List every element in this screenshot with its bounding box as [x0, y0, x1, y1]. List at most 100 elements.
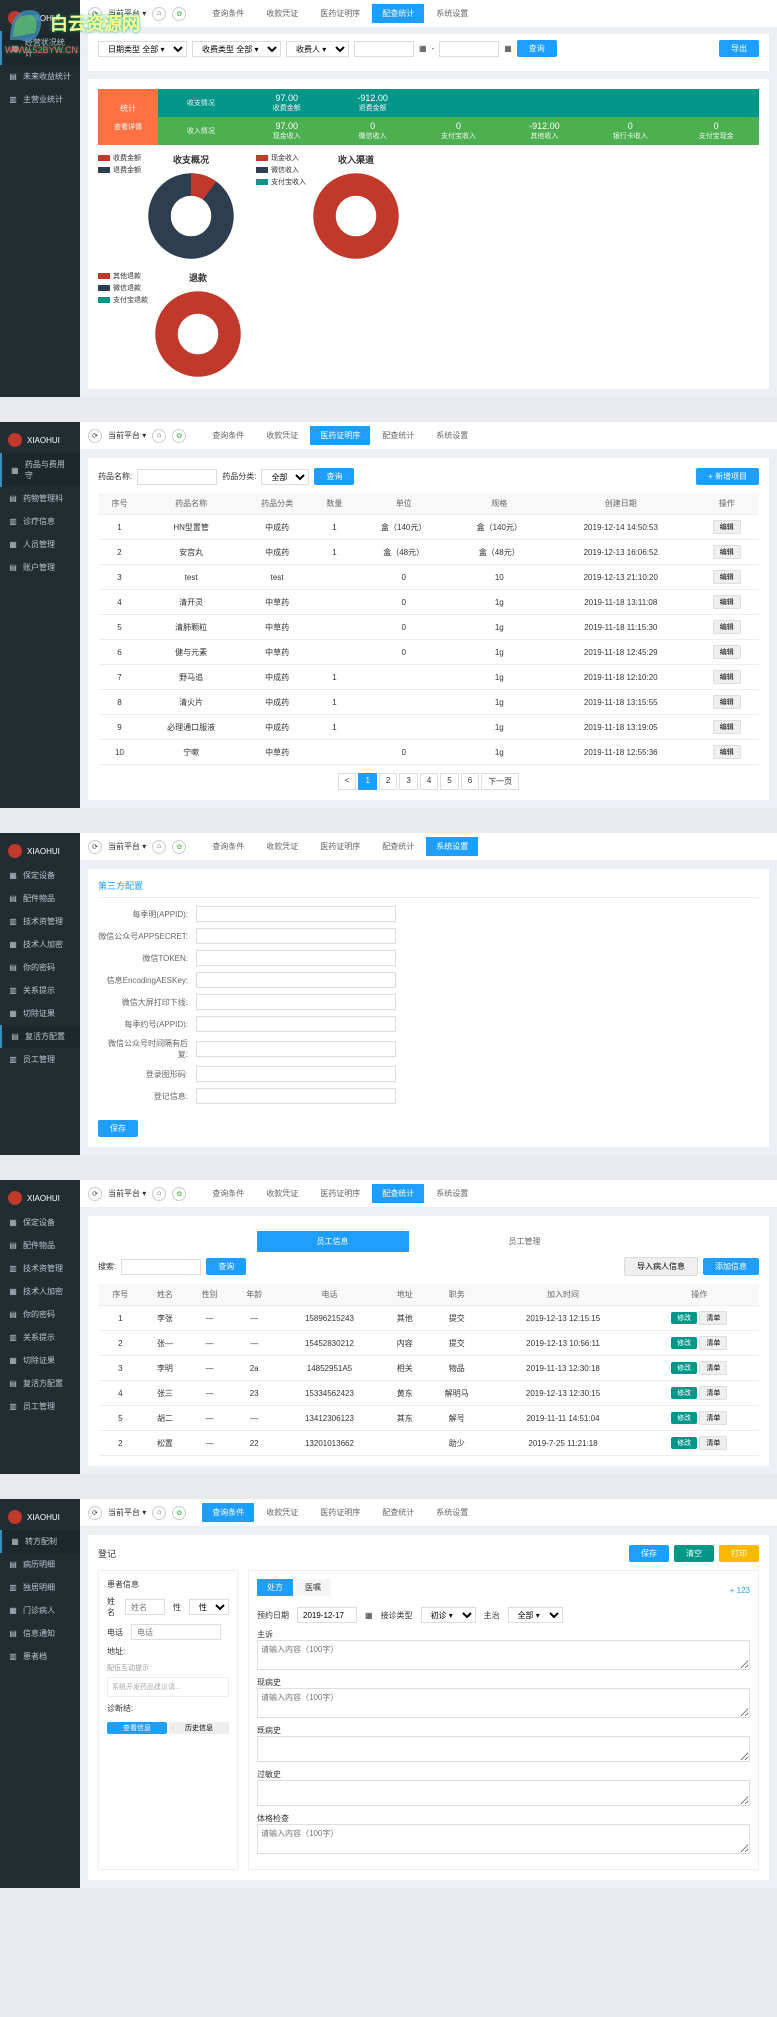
tel-input[interactable] — [131, 1624, 221, 1640]
sidebar-item[interactable]: ▤信息通知 — [0, 1622, 80, 1645]
config-input[interactable] — [196, 994, 396, 1010]
config-input[interactable] — [196, 928, 396, 944]
sidebar-item[interactable]: ▥诊疗信息 — [0, 510, 80, 533]
f2-input[interactable] — [257, 1688, 750, 1718]
history-button[interactable]: 历史信息 — [169, 1722, 229, 1734]
list-button[interactable]: 清单 — [699, 1361, 727, 1375]
sidebar-item[interactable]: ▥患者档 — [0, 1645, 80, 1668]
edit-button[interactable]: 修改 — [671, 1412, 697, 1424]
refresh-icon[interactable]: ⟳ — [88, 1187, 102, 1201]
tab[interactable]: 查询条件 — [202, 1184, 254, 1203]
sidebar-item[interactable]: ▦技术人加密 — [0, 933, 80, 956]
sidebar-item[interactable]: ▦保定设备 — [0, 864, 80, 887]
config-input[interactable] — [196, 1088, 396, 1104]
config-input[interactable] — [196, 1041, 396, 1057]
export-button[interactable]: 导出 — [719, 40, 759, 57]
edit-button[interactable]: 修改 — [671, 1387, 697, 1399]
edit-button[interactable]: 编辑 — [713, 670, 741, 684]
save-button[interactable]: 保存 — [98, 1120, 138, 1137]
dropdown-platform[interactable]: 当前平台 ▾ — [108, 841, 146, 852]
home-icon[interactable]: ⌂ — [152, 1506, 166, 1520]
page-link[interactable]: 6 — [461, 773, 479, 790]
f3-input[interactable] — [257, 1736, 750, 1762]
page-link[interactable]: 2 — [379, 773, 397, 790]
page-link[interactable]: < — [338, 773, 357, 790]
edit-button[interactable]: 编辑 — [713, 570, 741, 584]
sidebar-item[interactable]: ▤配件物品 — [0, 1234, 80, 1257]
tab[interactable]: 配查统计 — [372, 1503, 424, 1522]
sidebar-item[interactable]: ▥员工管理 — [0, 1048, 80, 1071]
tab[interactable]: 系统设置 — [426, 426, 478, 445]
add-button[interactable]: 添加信息 — [703, 1258, 759, 1275]
tab-2[interactable]: 收款凭证 — [256, 4, 308, 23]
dropdown-platform[interactable]: 当前平台 ▾ — [108, 1188, 146, 1199]
tab[interactable]: 系统设置 — [426, 837, 478, 856]
date-input[interactable] — [297, 1607, 357, 1623]
home-icon[interactable]: ⌂ — [152, 840, 166, 854]
page-link[interactable]: 5 — [440, 773, 458, 790]
subtab-staff-info[interactable]: 员工信息 — [257, 1231, 409, 1252]
settings-icon[interactable]: ✿ — [172, 7, 186, 21]
search-button[interactable]: 查询 — [206, 1258, 246, 1275]
config-input[interactable] — [196, 1066, 396, 1082]
filter-fee-type[interactable]: 收费类型 全部 ▾ — [192, 41, 281, 57]
sidebar-item[interactable]: ▦门诊病人 — [0, 1599, 80, 1622]
edit-button[interactable]: 修改 — [671, 1362, 697, 1374]
edit-button[interactable]: 编辑 — [713, 645, 741, 659]
tab[interactable]: 收款凭证 — [256, 837, 308, 856]
edit-button[interactable]: 编辑 — [713, 620, 741, 634]
name-input[interactable] — [125, 1599, 165, 1615]
sidebar-item[interactable]: ▤你的密码 — [0, 1303, 80, 1326]
subtab-staff-mgmt[interactable]: 员工管理 — [449, 1231, 601, 1252]
rx-tab[interactable]: 处方 — [257, 1579, 293, 1596]
tab[interactable]: 查询条件 — [202, 426, 254, 445]
f1-input[interactable] — [257, 1640, 750, 1670]
edit-button[interactable]: 编辑 — [713, 520, 741, 534]
add-item-button[interactable]: + 新增项目 — [696, 468, 759, 485]
sidebar-item[interactable]: ▤你的密码 — [0, 956, 80, 979]
tab[interactable]: 医药证明序 — [310, 1503, 370, 1522]
calendar-icon[interactable]: ▦ — [365, 1611, 373, 1620]
tab[interactable]: 查询条件 — [202, 837, 254, 856]
edit-button[interactable]: 修改 — [671, 1437, 697, 1449]
settings-icon[interactable]: ✿ — [172, 840, 186, 854]
config-input[interactable] — [196, 906, 396, 922]
sidebar-item[interactable]: ▦技术人加密 — [0, 1280, 80, 1303]
sidebar-item[interactable]: ▤药物管理科 — [0, 487, 80, 510]
sidebar-item-future[interactable]: ▤未来收益统计 — [0, 65, 80, 88]
sidebar-item[interactable]: ▦转方配制 — [0, 1530, 80, 1553]
page-link[interactable]: 1 — [358, 773, 376, 790]
tab[interactable]: 医药证明序 — [310, 1184, 370, 1203]
search-button[interactable]: 查询 — [314, 468, 354, 485]
tab[interactable]: 收款凭证 — [256, 426, 308, 445]
home-icon[interactable]: ⌂ — [152, 7, 166, 21]
list-button[interactable]: 清单 — [699, 1411, 727, 1425]
edit-button[interactable]: 编辑 — [713, 595, 741, 609]
list-button[interactable]: 清单 — [699, 1311, 727, 1325]
edit-button[interactable]: 修改 — [671, 1312, 697, 1324]
save-button[interactable]: 保存 — [629, 1545, 669, 1562]
list-button[interactable]: 清单 — [699, 1336, 727, 1350]
tab-4[interactable]: 配查统计 — [372, 4, 424, 23]
list-button[interactable]: 清单 — [699, 1386, 727, 1400]
sidebar-item[interactable]: ▤复活方配置 — [0, 1372, 80, 1395]
settings-icon[interactable]: ✿ — [172, 1506, 186, 1520]
drug-name-input[interactable] — [137, 469, 217, 485]
settings-icon[interactable]: ✿ — [172, 429, 186, 443]
advice-tab[interactable]: 医嘱 — [295, 1579, 331, 1596]
clear-button[interactable]: 清空 — [674, 1545, 714, 1562]
import-button[interactable]: 导入病人信息 — [624, 1257, 698, 1276]
sidebar-item[interactable]: ▦切除证果 — [0, 1002, 80, 1025]
sidebar-item[interactable]: ▦切除证果 — [0, 1349, 80, 1372]
sidebar-item[interactable]: ▤复活方配置 — [0, 1025, 80, 1048]
edit-button[interactable]: 编辑 — [713, 545, 741, 559]
sidebar-item[interactable]: ▤账户管理 — [0, 556, 80, 579]
sidebar-item[interactable]: ▤配件物品 — [0, 887, 80, 910]
sidebar-item[interactable]: ▥员工管理 — [0, 1395, 80, 1418]
page-link[interactable]: 3 — [399, 773, 417, 790]
calendar-icon[interactable]: ▦ — [419, 44, 427, 53]
home-icon[interactable]: ⌂ — [152, 429, 166, 443]
tab[interactable]: 系统设置 — [426, 1184, 478, 1203]
category-select[interactable]: 全部 — [261, 469, 309, 485]
f4-input[interactable] — [257, 1780, 750, 1806]
